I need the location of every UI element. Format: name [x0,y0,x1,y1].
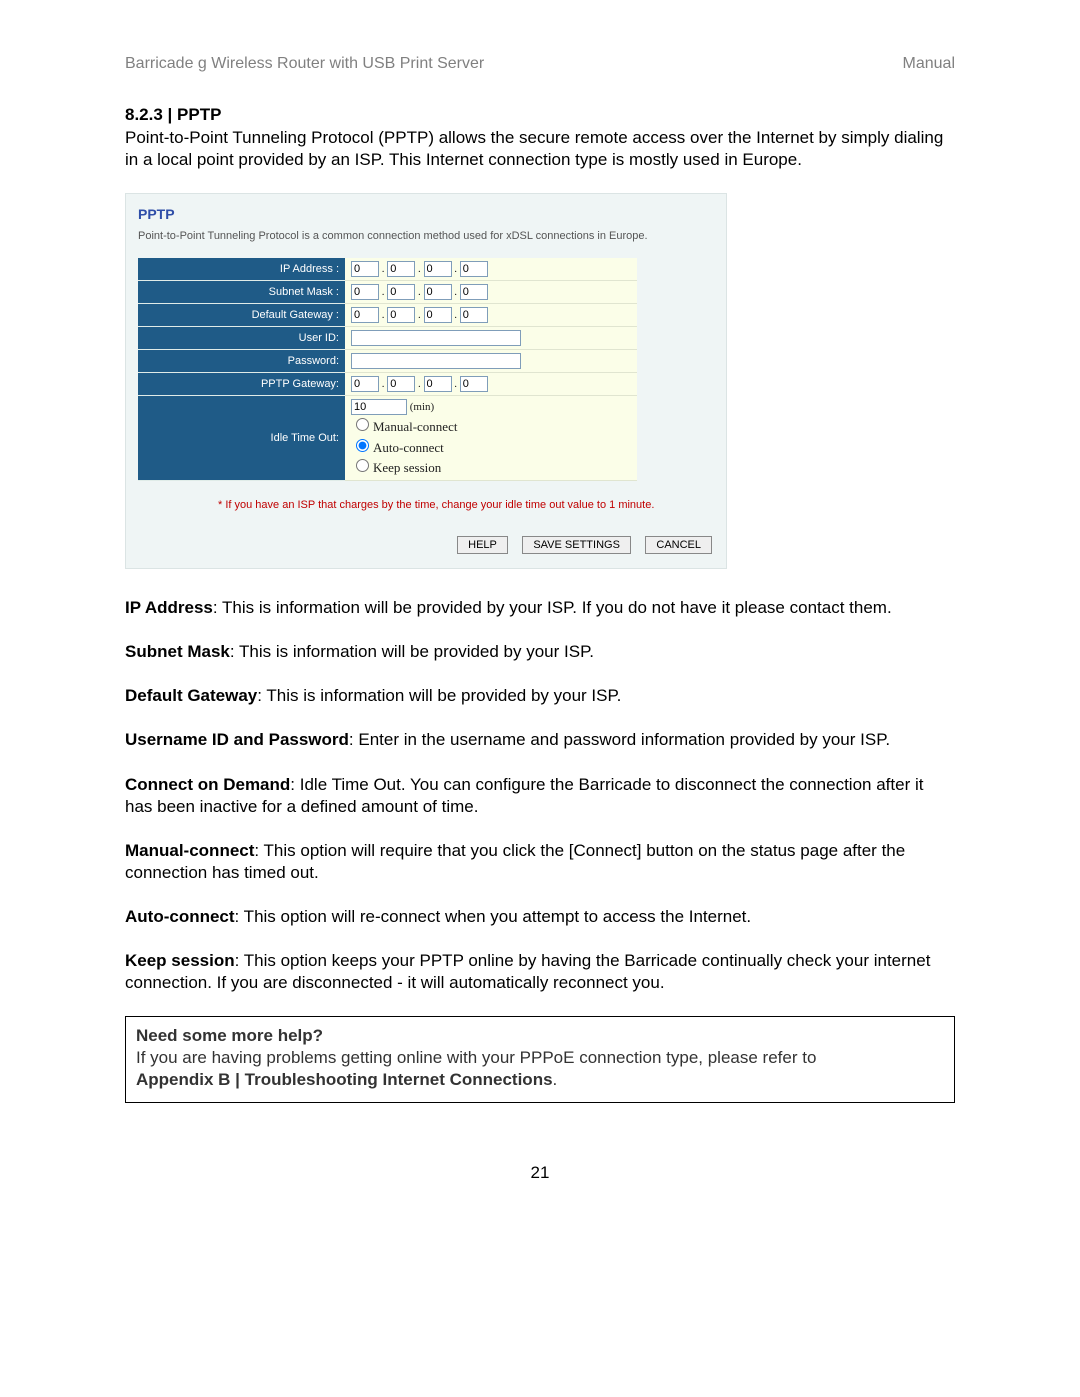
keep-session-option[interactable]: Keep session [351,456,631,477]
ip-octet-1[interactable] [351,261,379,277]
gateway-octet-4[interactable] [460,307,488,323]
auto-connect-option[interactable]: Auto-connect [351,436,631,457]
desc-keep-session: Keep session: This option keeps your PPT… [125,950,955,994]
pptp-octet-4[interactable] [460,376,488,392]
help-line: If you are having problems getting onlin… [136,1048,816,1067]
gateway-octet-2[interactable] [387,307,415,323]
panel-title: PPTP [126,206,726,230]
user-id-input[interactable] [351,330,521,346]
gateway-label: Default Gateway : [138,304,345,327]
manual-connect-radio[interactable] [356,418,369,431]
user-id-label: User ID: [138,327,345,350]
save-settings-button[interactable]: SAVE SETTINGS [522,536,631,554]
header-right: Manual [903,55,955,73]
gateway-octet-1[interactable] [351,307,379,323]
button-row: HELP SAVE SETTINGS CANCEL [126,535,726,554]
password-input[interactable] [351,353,521,369]
subnet-octet-1[interactable] [351,284,379,300]
idle-time-note: * If you have an ISP that charges by the… [126,481,726,535]
subnet-octet-2[interactable] [387,284,415,300]
auto-connect-radio[interactable] [356,439,369,452]
ip-address-label: IP Address : [138,258,345,281]
help-heading: Need some more help? [136,1026,323,1045]
manual-connect-option[interactable]: Manual-connect [351,415,631,436]
pptp-octet-3[interactable] [424,376,452,392]
desc-gateway: Default Gateway: This is information wil… [125,685,955,707]
help-box: Need some more help? If you are having p… [125,1016,955,1102]
panel-subtitle: Point-to-Point Tunneling Protocol is a c… [126,230,726,258]
document-header: Barricade g Wireless Router with USB Pri… [125,55,955,73]
section-intro: Point-to-Point Tunneling Protocol (PPTP)… [125,127,955,171]
pptp-config-panel: PPTP Point-to-Point Tunneling Protocol i… [125,193,727,569]
idle-unit: (min) [410,401,434,413]
subnet-octet-4[interactable] [460,284,488,300]
desc-auto-connect: Auto-connect: This option will re-connec… [125,906,955,928]
pptp-gateway-label: PPTP Gateway: [138,373,345,396]
section-heading: 8.2.3 | PPTP [125,105,955,125]
desc-ip: IP Address: This is information will be … [125,597,955,619]
help-button[interactable]: HELP [457,536,508,554]
header-left: Barricade g Wireless Router with USB Pri… [125,55,484,73]
desc-connect-on-demand: Connect on Demand: Idle Time Out. You ca… [125,774,955,818]
ip-octet-4[interactable] [460,261,488,277]
desc-manual-connect: Manual-connect: This option will require… [125,840,955,884]
cancel-button[interactable]: CANCEL [645,536,712,554]
idle-timeout-label: Idle Time Out: [138,396,345,481]
idle-timeout-input[interactable] [351,399,407,415]
ip-octet-3[interactable] [424,261,452,277]
gateway-octet-3[interactable] [424,307,452,323]
pptp-octet-1[interactable] [351,376,379,392]
config-form: IP Address : . . . Subnet Mask : . . . [138,258,637,481]
ip-octet-2[interactable] [387,261,415,277]
password-label: Password: [138,350,345,373]
keep-session-radio[interactable] [356,459,369,472]
pptp-octet-2[interactable] [387,376,415,392]
subnet-label: Subnet Mask : [138,281,345,304]
help-appendix: Appendix B | Troubleshooting Internet Co… [136,1070,553,1089]
desc-user: Username ID and Password: Enter in the u… [125,729,955,751]
desc-subnet: Subnet Mask: This is information will be… [125,641,955,663]
page-number: 21 [0,1163,1080,1183]
subnet-octet-3[interactable] [424,284,452,300]
